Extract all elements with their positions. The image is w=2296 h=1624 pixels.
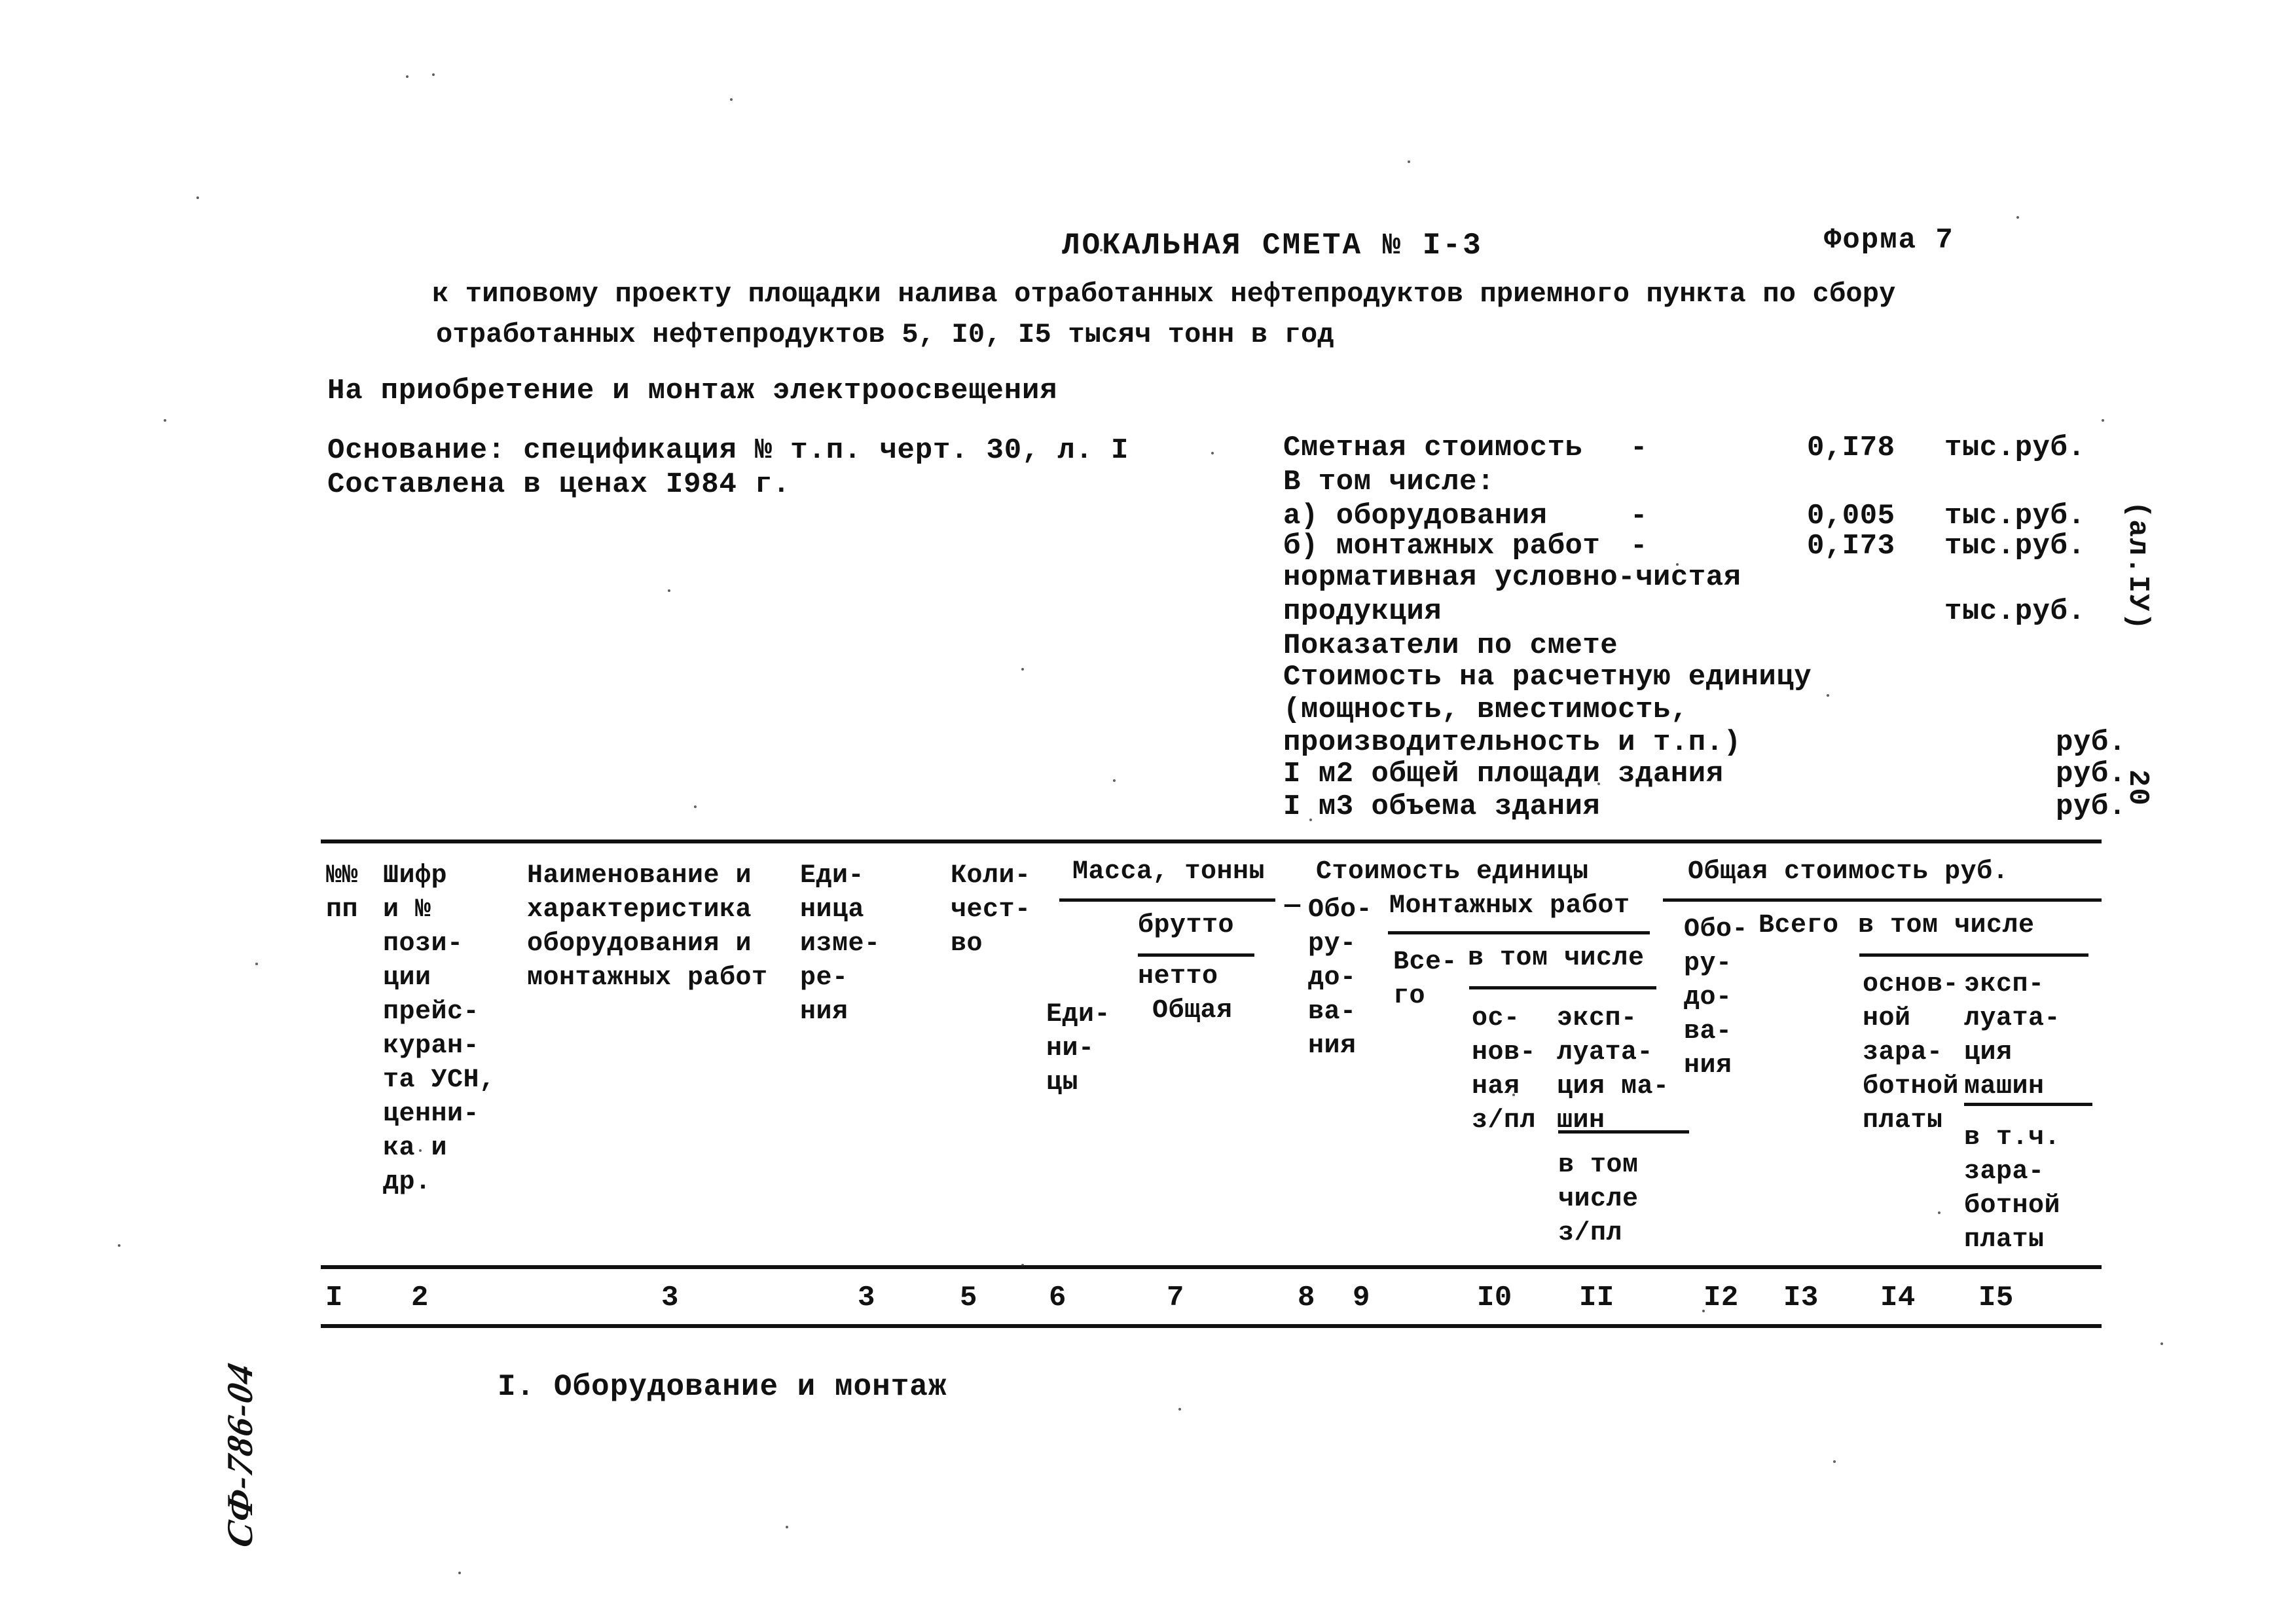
- column-number: II: [1579, 1282, 1614, 1314]
- summary-value-0: 0,I78: [1807, 432, 1895, 464]
- mass-brutto-netto-divider: [1138, 953, 1254, 957]
- column-number: 2: [411, 1282, 429, 1314]
- table-header-total-equip: Обо- ру- до- ва- ния: [1684, 915, 1749, 1080]
- column-number: 7: [1167, 1282, 1184, 1314]
- summary-unit-0: тыс.руб.: [1944, 432, 2086, 464]
- table-header-unitcost-machines: экcп- луата- ция ма- шин: [1557, 1004, 1669, 1135]
- column-number: 9: [1353, 1282, 1370, 1314]
- table-header-mass-unit: Еди- ни- цы: [1046, 1000, 1111, 1098]
- unitcost-mount-underline: [1388, 931, 1650, 934]
- column-number: 3: [661, 1282, 679, 1314]
- mass-group-underline: [1059, 898, 1275, 902]
- unitcost-incl2-overline: [1558, 1130, 1689, 1134]
- table-header-total-incl: в том числе: [1858, 911, 2035, 940]
- column-number: 3: [858, 1282, 875, 1314]
- table-header-unitcost-base: ос- нов- ная з/пл: [1472, 1004, 1537, 1135]
- summary-label-1: В том числе:: [1283, 466, 1495, 498]
- margin-volume-label: (ал.IУ): [2121, 501, 2154, 631]
- summary-label-4: нормативная условно-чистая: [1283, 561, 1741, 594]
- table-header-col-4: Еди- ница изме- ре- ния: [800, 861, 881, 1027]
- summary-label-2: а) оборудования: [1283, 500, 1548, 532]
- summary-value-2: 0,005: [1807, 500, 1895, 532]
- table-header-unitcost-incl: в том числе: [1468, 944, 1645, 973]
- subtitle-line-2: отработанных нефтепродуктов 5, I0, I5 ты…: [436, 319, 1334, 350]
- archive-mark-handwritten: СФ-786-04: [220, 1358, 261, 1551]
- section-heading: I. Оборудование и монтаж: [498, 1370, 947, 1404]
- summary-label-10: I м2 общей площади здания: [1283, 758, 1724, 790]
- table-header-total-all: Всего: [1758, 911, 1839, 940]
- column-number: I5: [1978, 1282, 2014, 1314]
- unitcost-incl-underline: [1469, 986, 1656, 989]
- table-header-total-group: Общая стоимость руб.: [1688, 857, 2009, 887]
- table-header-col-3: Наименование и характеристика оборудован…: [527, 861, 768, 993]
- table-header-col-2: Шифр и № пози- ции прейс- куран- та УСН,…: [383, 861, 496, 1197]
- summary-label-8: (мощность, вместимость,: [1283, 693, 1688, 726]
- summary-label-7: Стоимость на расчетную единицу: [1283, 661, 1812, 693]
- total-incl2-overline: [1964, 1103, 2092, 1106]
- table-header-mass-total: Общая: [1152, 996, 1233, 1025]
- summary-label-6: Показатели по смете: [1283, 629, 1618, 662]
- summary-unit-3: тыс.руб.: [1944, 530, 2086, 563]
- column-number: I: [325, 1282, 343, 1314]
- summary-unit-10: руб.: [2056, 758, 2126, 790]
- summary-unit-9: руб.: [2056, 726, 2126, 759]
- summary-label-3: б) монтажных работ: [1283, 530, 1601, 563]
- column-number: I4: [1880, 1282, 1916, 1314]
- summary-unit-2: тыс.руб.: [1944, 500, 2086, 532]
- column-number: I0: [1477, 1282, 1512, 1314]
- summary-value-3: 0,I73: [1807, 530, 1895, 563]
- summary-label-9: производительность и т.п.): [1283, 726, 1741, 759]
- table-header-unitcost-equip: Обо- ру- до- ва- ния: [1308, 895, 1373, 1061]
- summary-dash-2: -: [1630, 500, 1648, 532]
- table-header-unitcost-all: Все- го: [1393, 948, 1458, 1011]
- column-number: I3: [1783, 1282, 1819, 1314]
- table-header-col-5: Коли- чест- во: [951, 861, 1031, 959]
- basis-line-2: Составлена в ценах I984 г.: [327, 468, 791, 501]
- table-top-border: [321, 840, 2102, 843]
- summary-unit-11: руб.: [2056, 790, 2126, 823]
- column-number: 6: [1049, 1282, 1066, 1314]
- table-header-mass-group: Масса, тонны: [1072, 857, 1266, 887]
- table-header-mass-netto: нетто: [1138, 962, 1218, 991]
- total-group-underline: [1663, 898, 2102, 902]
- column-number: 5: [960, 1282, 977, 1314]
- table-header-total-machines: эксп- луата- ция машин: [1964, 970, 2061, 1101]
- summary-label-11: I м3 объема здания: [1283, 790, 1601, 823]
- table-numbers-bottom-border: [321, 1324, 2102, 1328]
- total-incl-underline: [1859, 953, 2088, 957]
- column-number: 8: [1298, 1282, 1315, 1314]
- summary-dash-0: -: [1630, 432, 1648, 464]
- table-header-total-base: основ- ной зара- ботной платы: [1863, 970, 1959, 1135]
- purpose-line: На приобретение и монтаж электроосвещени…: [327, 375, 1058, 407]
- summary-label-5: продукция: [1283, 595, 1442, 628]
- summary-label-0: Сметная стоимость: [1283, 432, 1583, 464]
- summary-dash-3: -: [1630, 530, 1648, 563]
- table-header-bottom-border: [321, 1265, 2102, 1269]
- page-title: ЛОКАЛЬНАЯ СМЕТА № I-3: [1062, 229, 1483, 263]
- table-header-unitcost-incl2: в том числе з/пл: [1558, 1151, 1639, 1248]
- table-header-total-incl2: в т.ч. зара- ботной платы: [1964, 1123, 2061, 1255]
- unitcost-equip-leftdash: —: [1285, 891, 1301, 921]
- form-label: Форма 7: [1824, 224, 1954, 257]
- table-header-col-1: №№ пп: [326, 861, 359, 925]
- basis-line-1: Основание: спецификация № т.п. черт. 30,…: [327, 434, 1129, 467]
- page-number: 20: [2121, 769, 2154, 807]
- table-header-unitcost-group: Стоимость единицы: [1316, 857, 1589, 887]
- column-number: I2: [1704, 1282, 1739, 1314]
- table-header-unitcost-mount: Монтажных работ: [1389, 891, 1630, 921]
- table-header-mass-brutto: брутто: [1138, 911, 1235, 940]
- scanned-document-page: ЛОКАЛЬНАЯ СМЕТА № I-3 Форма 7 к типовому…: [0, 0, 2296, 1624]
- subtitle-line-1: к типовому проекту площадки налива отраб…: [432, 278, 1896, 310]
- summary-unit-5: тыс.руб.: [1944, 595, 2086, 628]
